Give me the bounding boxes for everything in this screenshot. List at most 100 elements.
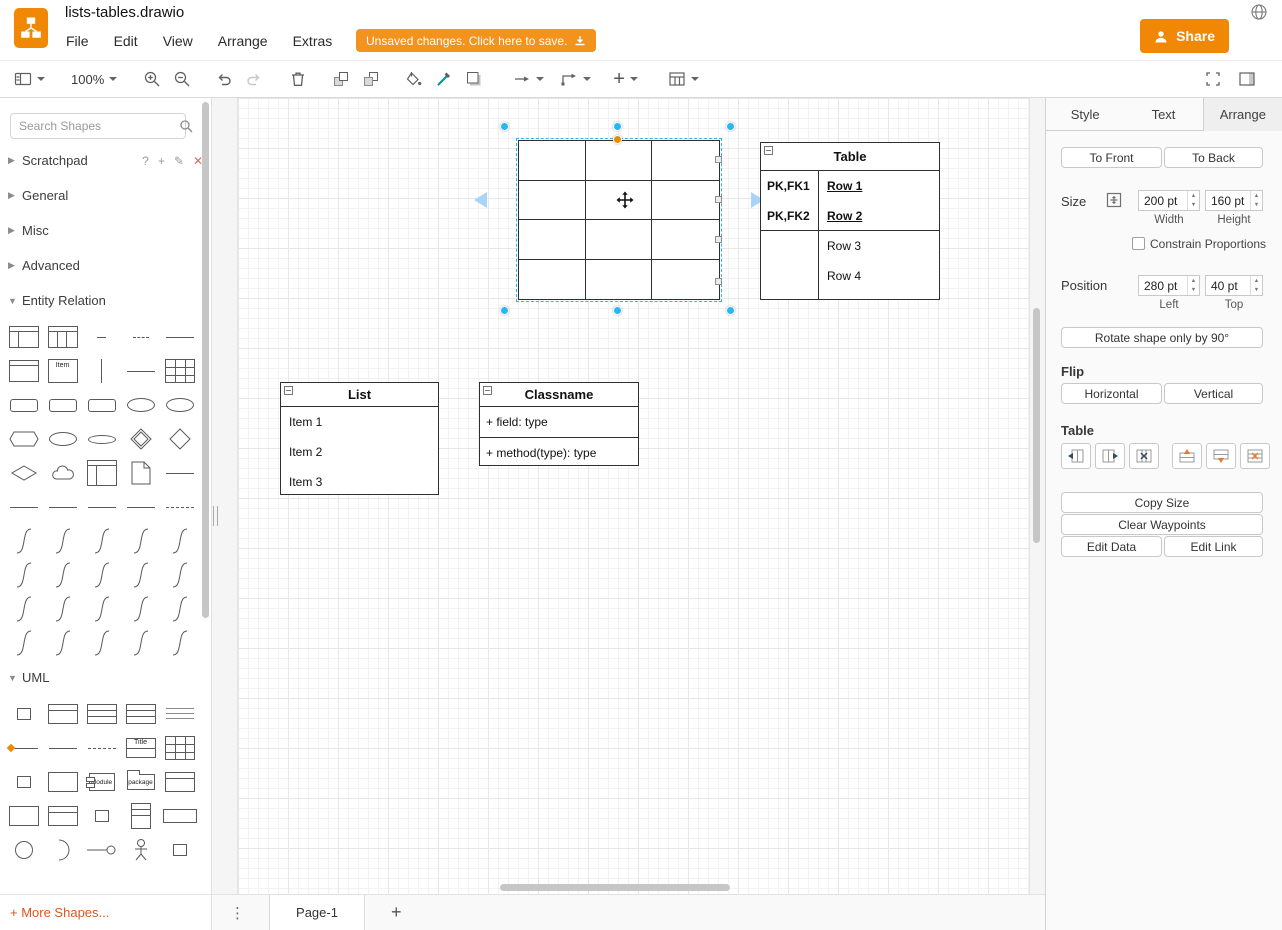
shape-preview-rect[interactable] [82,800,121,832]
table-row[interactable]: PK,FK1 Row 1 [761,171,939,201]
shape-preview-curve[interactable] [43,627,82,659]
shape-preview-curve[interactable] [82,559,121,591]
list-item[interactable]: Item 1 [281,407,438,437]
tab-arrange[interactable]: Arrange [1203,98,1282,131]
shape-preview-line[interactable] [43,732,82,764]
list-item[interactable]: Item 3 [281,467,438,497]
search-icon[interactable] [179,119,193,138]
shape-preview-curve[interactable] [4,525,43,557]
shape-preview-table[interactable] [4,355,43,387]
width-stepper[interactable]: ▲▼ [1187,191,1199,210]
shape-preview-attribute[interactable] [121,389,160,421]
class-shape[interactable]: Classname + field: type + method(type): … [479,382,639,466]
shape-preview-curve[interactable] [160,559,199,591]
table-row[interactable]: Row 3 [761,231,939,261]
shape-preview-title-frame[interactable]: Title [121,732,160,764]
shape-preview-line[interactable] [160,321,199,353]
menu-extras[interactable]: Extras [293,33,333,49]
insert-button[interactable]: + [613,70,638,88]
fill-color-button[interactable] [405,70,423,88]
shape-preview-divider[interactable] [82,355,121,387]
shape-preview-class[interactable] [121,800,160,832]
add-icon[interactable]: + [158,154,165,168]
shape-preview-attribute[interactable] [160,389,199,421]
sidebar-section-misc[interactable]: ▶ Misc [0,213,211,248]
class-field-row[interactable]: + field: type [480,407,638,437]
menu-view[interactable]: View [163,33,193,49]
add-page-button[interactable]: + [391,902,402,923]
shape-preview-entity[interactable] [4,389,43,421]
canvas[interactable]: Table PK,FK1 Row 1 PK,FK2 Row 2 Row 3 Ro… [212,98,1045,894]
insert-row-below-button[interactable] [1206,443,1236,469]
menu-edit[interactable]: Edit [114,33,138,49]
shape-preview-curve[interactable] [160,593,199,625]
shape-preview-line[interactable] [43,491,82,523]
table-row[interactable]: PK,FK2 Row 2 [761,201,939,231]
shape-preview-line[interactable] [4,491,43,523]
shape-preview-arc[interactable] [43,834,82,866]
insert-column-left-button[interactable] [1061,443,1091,469]
connect-arrow-left[interactable] [474,192,487,208]
shape-preview-curve[interactable] [4,593,43,625]
collapse-icon[interactable] [764,146,773,155]
to-back-button[interactable] [362,70,380,88]
shape-preview-module[interactable]: Module [82,766,121,798]
resize-handle-n[interactable] [613,122,622,131]
shape-preview-class[interactable] [43,800,82,832]
shape-preview-lollipop[interactable] [82,834,121,866]
view-toggle-button[interactable] [14,70,45,88]
height-stepper[interactable]: ▲▼ [1250,191,1262,210]
row-resize-handle[interactable] [715,196,722,203]
shape-preview-entity[interactable] [82,389,121,421]
sidebar-section-uml[interactable]: ▼ UML [0,660,211,695]
horizontal-scrollbar[interactable] [500,884,730,891]
shape-preview-curve[interactable] [121,525,160,557]
entity-table-shape[interactable]: Table PK,FK1 Row 1 PK,FK2 Row 2 Row 3 Ro… [760,142,940,300]
shape-preview-diamond[interactable] [160,423,199,455]
unsaved-changes-button[interactable]: Unsaved changes. Click here to save. [356,29,596,52]
shape-preview-note[interactable] [121,457,160,489]
delete-button[interactable] [289,70,307,88]
selected-table-shape[interactable] [518,140,720,300]
shape-preview-text[interactable] [160,698,199,730]
shape-preview-line[interactable] [82,732,121,764]
shape-preview-diamond[interactable] [121,423,160,455]
shape-preview-curve[interactable] [43,593,82,625]
undo-button[interactable] [215,70,233,88]
row-resize-handle[interactable] [715,236,722,243]
delete-row-button[interactable] [1240,443,1270,469]
left-input[interactable]: 280 pt ▲▼ [1138,275,1200,296]
table-row[interactable]: Row 4 [761,261,939,291]
zoom-out-button[interactable] [173,70,191,88]
shape-preview-grid[interactable] [160,355,199,387]
shape-preview-grid[interactable] [160,732,199,764]
shape-preview-cloud[interactable] [43,457,82,489]
rotate-90-button[interactable]: Rotate shape only by 90° [1061,327,1263,348]
sidebar-scrollbar[interactable] [202,102,209,618]
shape-preview-package[interactable]: package [121,766,160,798]
pages-menu-icon[interactable]: ⋮ [230,904,245,922]
share-button[interactable]: Share [1140,19,1229,53]
delete-column-button[interactable] [1129,443,1159,469]
top-input[interactable]: 40 pt ▲▼ [1205,275,1263,296]
width-input[interactable]: 200 pt ▲▼ [1138,190,1200,211]
shape-preview-curve[interactable] [160,627,199,659]
sidebar-section-scratchpad[interactable]: ▶ Scratchpad ? + ✎ ✕ [0,143,211,178]
help-icon[interactable]: ? [142,154,149,168]
sidebar-section-general[interactable]: ▶ General [0,178,211,213]
resize-handle-nw[interactable] [500,122,509,131]
shape-preview-table[interactable] [82,457,121,489]
tab-text[interactable]: Text [1124,98,1202,131]
shape-preview-table[interactable] [43,321,82,353]
shape-preview-circle[interactable] [4,834,43,866]
tab-style[interactable]: Style [1046,98,1124,131]
resize-handle-sw[interactable] [500,306,509,315]
to-front-button[interactable] [332,70,350,88]
connection-style-button[interactable] [513,70,544,88]
shape-preview-actor[interactable] [121,834,160,866]
shape-preview-rect[interactable] [4,800,43,832]
list-shape[interactable]: List Item 1 Item 2 Item 3 [280,382,439,495]
shape-preview-line[interactable] [121,491,160,523]
shadow-button[interactable] [465,70,483,88]
shape-preview-curve[interactable] [82,593,121,625]
